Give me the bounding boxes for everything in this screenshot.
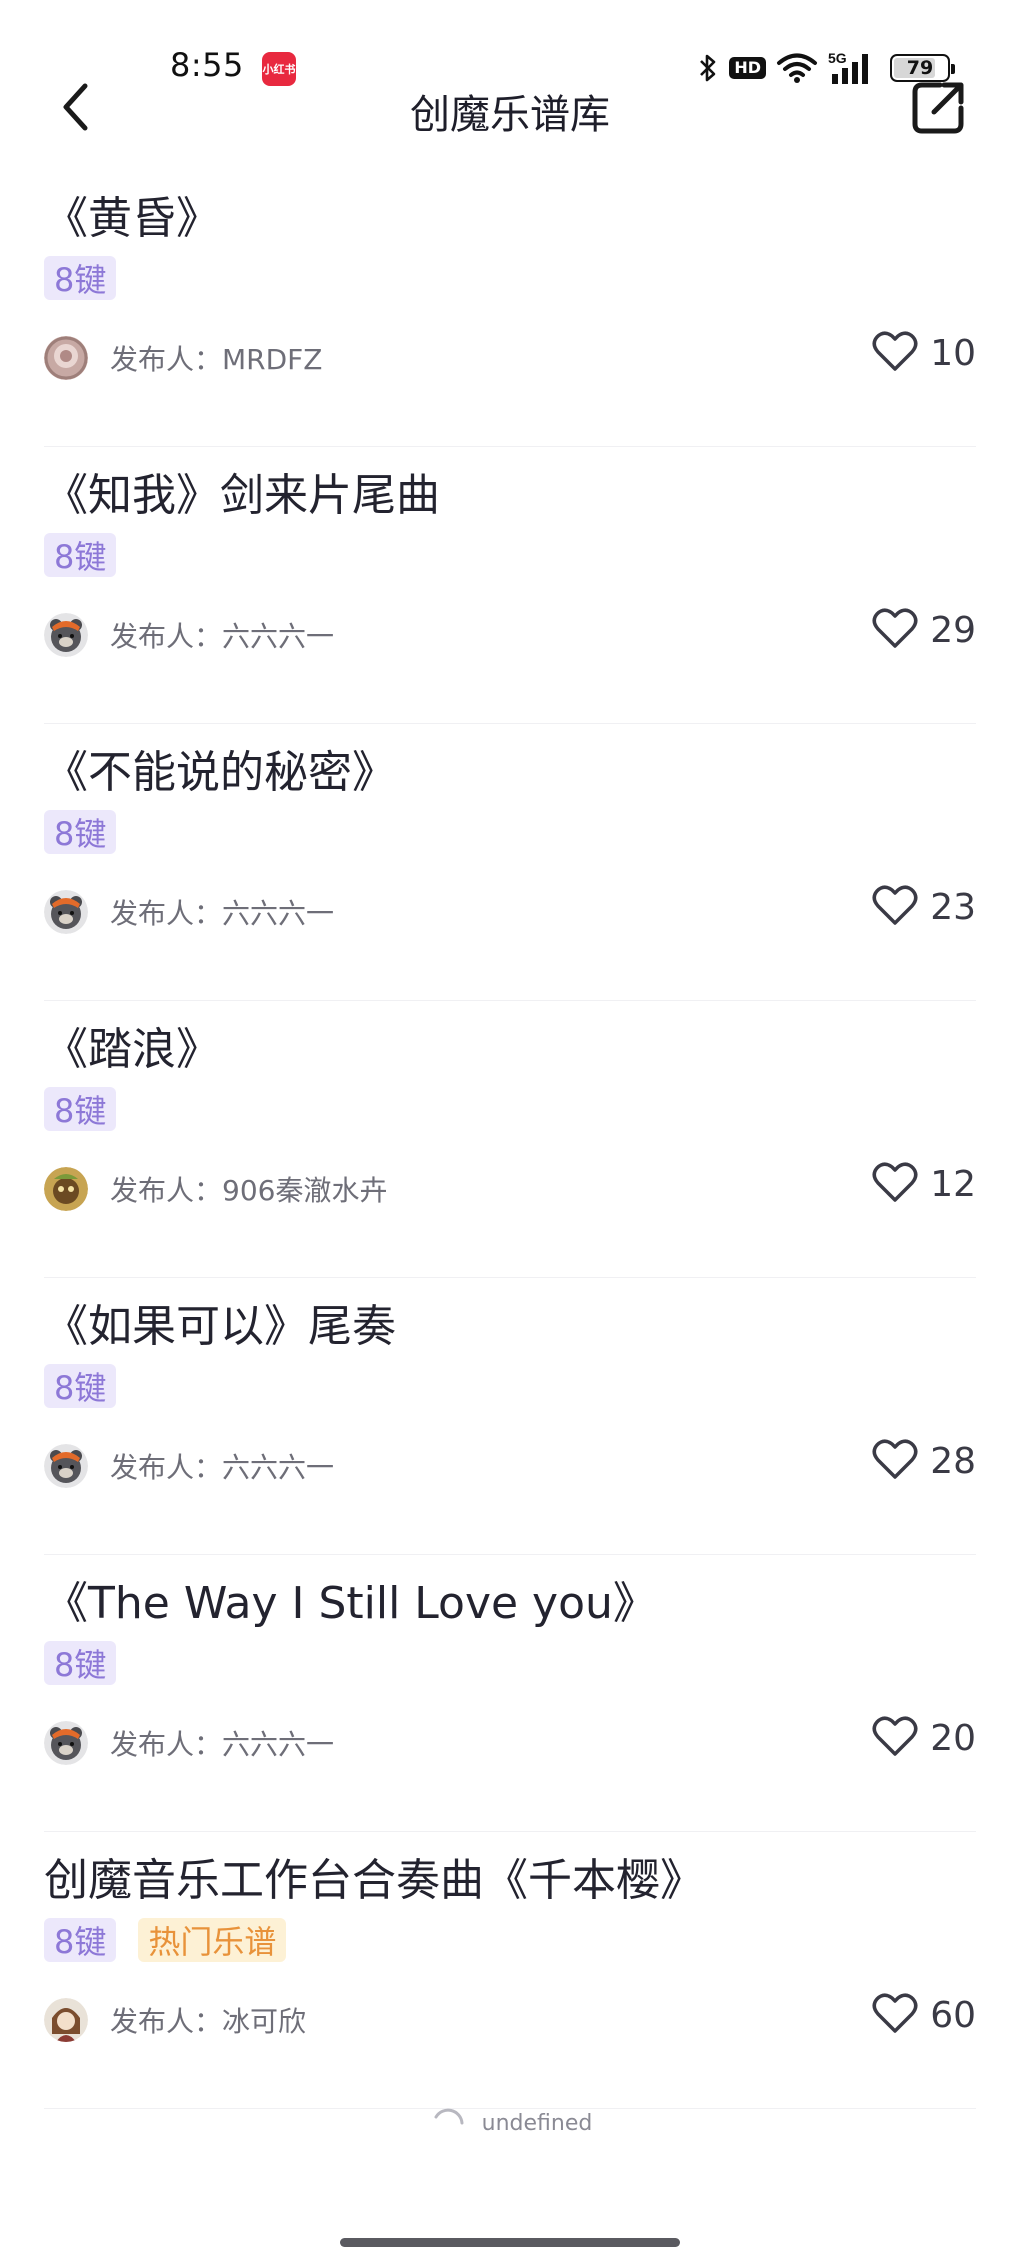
publisher-avatar	[44, 1998, 88, 2042]
publisher-avatar	[44, 336, 88, 380]
publisher-name: 发布人：906秦澈水卉	[110, 1174, 388, 1207]
score-tags: 8键	[44, 810, 117, 854]
key-count-tag: 8键	[44, 1087, 117, 1131]
score-tags: 8键	[44, 1087, 117, 1131]
xiaohongshu-notification-icon: 小红书	[262, 52, 296, 86]
score-list-item[interactable]: 《知我》剑来片尾曲 8键 发布人：六六六一 29	[44, 447, 976, 724]
page-title: 创魔乐谱库	[410, 92, 610, 138]
share-button[interactable]	[908, 78, 968, 138]
score-list-item[interactable]: 创魔音乐工作台合奏曲《千本樱》 8键 热门乐谱 发布人：冰可欣 60	[44, 1832, 976, 2109]
svg-text:5G: 5G	[828, 50, 847, 66]
like-button[interactable]: 60	[872, 1992, 976, 2038]
like-count: 10	[930, 332, 976, 374]
hot-score-tag: 热门乐谱	[138, 1918, 287, 1962]
key-count-tag: 8键	[44, 1364, 117, 1408]
key-count-tag: 8键	[44, 1641, 117, 1685]
score-list-item[interactable]: 《黄昏》 8键 发布人：MRDFZ 10	[44, 170, 976, 447]
score-title: 《黄昏》	[44, 193, 220, 244]
score-list-item[interactable]: 《The Way I Still Love you》 8键 发布人：六六六一 2…	[44, 1555, 976, 1832]
publisher-avatar	[44, 613, 88, 657]
score-tags: 8键	[44, 1364, 117, 1408]
like-button[interactable]: 29	[872, 607, 976, 653]
heart-icon	[872, 330, 918, 376]
like-count: 28	[930, 1440, 976, 1482]
score-list-item[interactable]: 《踏浪》 8键 发布人：906秦澈水卉 12	[44, 1001, 976, 1278]
publisher-name: 发布人：六六六一	[110, 620, 335, 653]
publisher-info: 发布人：MRDFZ	[44, 334, 322, 382]
like-button[interactable]: 20	[872, 1715, 976, 1761]
share-external-icon	[912, 82, 964, 134]
publisher-name: 发布人：六六六一	[110, 1728, 335, 1761]
cellular-signal-icon: 5G	[828, 50, 880, 86]
publisher-info: 发布人：906秦澈水卉	[44, 1165, 387, 1213]
hd-voice-icon: HD	[729, 57, 766, 79]
heart-icon	[872, 1161, 918, 1207]
score-title: 《踏浪》	[44, 1024, 220, 1075]
score-tags: 8键	[44, 533, 117, 577]
loading-spinner-icon	[434, 2108, 464, 2125]
score-title: 《不能说的秘密》	[44, 747, 396, 798]
publisher-name: 发布人：MRDFZ	[110, 343, 323, 376]
like-button[interactable]: 10	[872, 330, 976, 376]
battery-percent: 79	[906, 57, 934, 79]
score-title: 《The Way I Still Love you》	[44, 1578, 657, 1629]
key-count-tag: 8键	[44, 533, 117, 577]
score-tags: 8键	[44, 1641, 117, 1685]
score-list: 《黄昏》 8键 发布人：MRDFZ 10 《知我》剑来片尾曲 8键 发布人：六六…	[0, 170, 1020, 2109]
like-button[interactable]: 28	[872, 1438, 976, 1484]
heart-icon	[872, 1992, 918, 2038]
home-indicator[interactable]	[340, 2238, 680, 2247]
key-count-tag: 8键	[44, 810, 117, 854]
status-time: 8:55	[170, 46, 244, 84]
like-count: 23	[930, 886, 976, 928]
publisher-info: 发布人：六六六一	[44, 1442, 334, 1490]
publisher-avatar	[44, 890, 88, 934]
publisher-avatar	[44, 1721, 88, 1765]
heart-icon	[872, 607, 918, 653]
key-count-tag: 8键	[44, 1918, 117, 1962]
heart-icon	[872, 1438, 918, 1484]
publisher-info: 发布人：六六六一	[44, 888, 334, 936]
app-screen: 8:55 小红书 HD 5G 79 创魔乐谱库 《黄昏》 8键 发布人：MRDF…	[0, 0, 1020, 2267]
bluetooth-icon	[697, 53, 719, 83]
publisher-info: 发布人：六六六一	[44, 611, 334, 659]
publisher-name: 发布人：六六六一	[110, 897, 335, 930]
heart-icon	[872, 1715, 918, 1761]
wifi-icon	[776, 52, 818, 84]
score-title: 《如果可以》尾奏	[44, 1301, 396, 1352]
publisher-name: 发布人：冰可欣	[110, 2005, 307, 2038]
like-button[interactable]: 12	[872, 1161, 976, 1207]
publisher-info: 发布人：冰可欣	[44, 1996, 306, 2044]
publisher-avatar	[44, 1167, 88, 1211]
score-tags: 8键 热门乐谱	[44, 1918, 287, 1962]
like-count: 60	[930, 1994, 976, 2036]
score-list-item[interactable]: 《不能说的秘密》 8键 发布人：六六六一 23	[44, 724, 976, 1001]
score-tags: 8键	[44, 256, 117, 300]
publisher-info: 发布人：六六六一	[44, 1719, 334, 1767]
key-count-tag: 8键	[44, 256, 117, 300]
heart-icon	[872, 884, 918, 930]
like-button[interactable]: 23	[872, 884, 976, 930]
loading-text: undefined	[481, 2110, 593, 2136]
like-count: 29	[930, 609, 976, 651]
like-count: 20	[930, 1717, 976, 1759]
load-more-indicator: undefined	[0, 2103, 1020, 2143]
publisher-avatar	[44, 1444, 88, 1488]
publisher-name: 发布人：六六六一	[110, 1451, 335, 1484]
score-list-item[interactable]: 《如果可以》尾奏 8键 发布人：六六六一 28	[44, 1278, 976, 1555]
score-title: 《知我》剑来片尾曲	[44, 470, 440, 521]
score-title: 创魔音乐工作台合奏曲《千本樱》	[44, 1855, 704, 1906]
like-count: 12	[930, 1163, 976, 1205]
